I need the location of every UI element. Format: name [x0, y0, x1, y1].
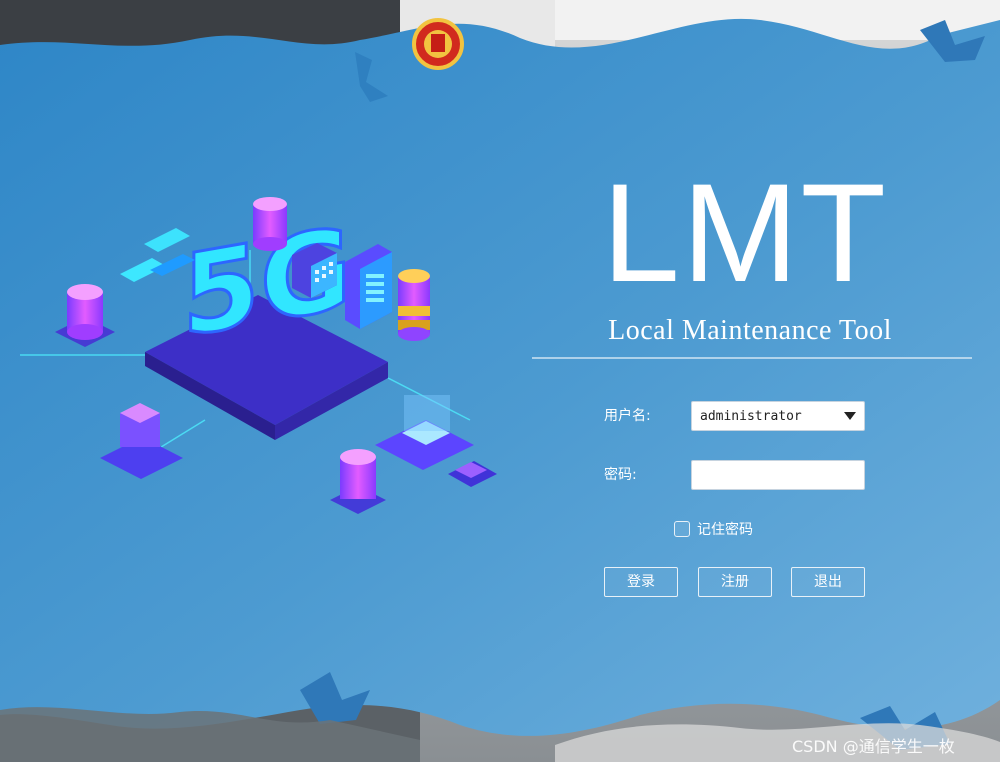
exit-button[interactable]: 退出 [791, 567, 865, 597]
remember-password-checkbox[interactable] [674, 521, 690, 537]
username-select[interactable]: administrator [691, 401, 865, 431]
app-subtitle: Local Maintenance Tool [608, 315, 892, 346]
login-button[interactable]: 登录 [604, 567, 678, 597]
title-divider [532, 357, 972, 359]
emblem-logo [412, 18, 464, 70]
background-scene: 5G [0, 0, 1000, 762]
register-button[interactable]: 注册 [698, 567, 772, 597]
password-label: 密码: [604, 467, 637, 483]
username-value: administrator [700, 409, 802, 424]
username-label: 用户名: [604, 408, 651, 424]
watermark-text: CSDN @通信学生一枚 [792, 737, 955, 756]
remember-password-label: 记住密码 [697, 522, 753, 538]
dropdown-arrow-icon[interactable] [844, 412, 856, 420]
password-input[interactable] [691, 460, 865, 490]
app-title: LMT [602, 154, 888, 311]
